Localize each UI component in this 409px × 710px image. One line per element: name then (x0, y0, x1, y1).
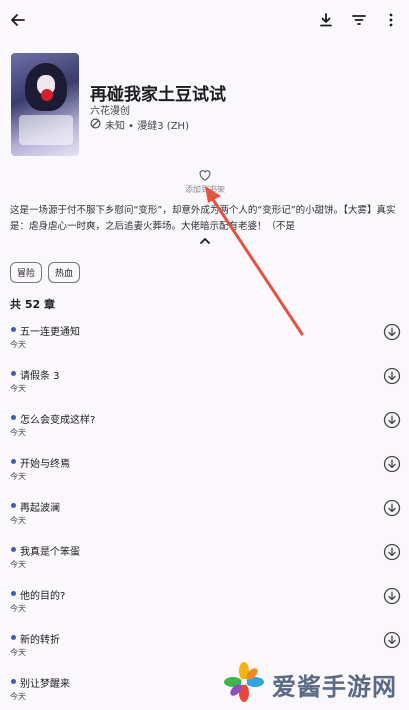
chapter-row[interactable]: 开始与终焉 今天 (0, 452, 409, 496)
chapter-row[interactable]: 他的目的? 今天 (0, 584, 409, 628)
chapter-name: 五一连更通知 (20, 327, 80, 338)
download-circle-icon[interactable] (383, 631, 401, 649)
chapter-row[interactable]: 我真是个笨蛋 今天 (0, 540, 409, 584)
add-to-library-label: 添加到书架 (185, 185, 225, 194)
download-circle-icon[interactable] (383, 455, 401, 473)
unread-dot (11, 371, 16, 376)
chapter-name: 再起波澜 (20, 503, 60, 514)
chapter-date: 今天 (10, 516, 26, 525)
chapter-row[interactable]: 怎么会变成这样? 今天 (0, 408, 409, 452)
genre-tag[interactable]: 冒险 (10, 262, 43, 283)
chapter-row[interactable]: 请假条 3 今天 (0, 364, 409, 408)
manga-status-row: 未知 • 漫缝3 (ZH) (90, 117, 189, 132)
download-icon[interactable] (316, 10, 336, 30)
download-circle-icon[interactable] (383, 411, 401, 429)
manga-author[interactable]: 六花漫创 (90, 102, 130, 117)
download-circle-icon[interactable] (383, 367, 401, 385)
chapter-date: 今天 (10, 384, 26, 393)
download-circle-icon[interactable] (383, 543, 401, 561)
status-source-text: 未知 • 漫缝3 (ZH) (105, 121, 189, 132)
chapter-name: 怎么会变成这样? (20, 415, 96, 426)
chapter-name: 请假条 3 (20, 371, 60, 382)
download-circle-icon[interactable] (383, 587, 401, 605)
chapter-row[interactable]: 五一连更通知 今天 (0, 320, 409, 364)
chevron-up-icon[interactable] (197, 233, 213, 249)
watermark-text: 爱酱手游网 (272, 672, 397, 701)
chapter-date: 今天 (10, 692, 26, 701)
more-vert-icon[interactable] (381, 10, 401, 30)
chapter-count: 共 52 章 (10, 298, 55, 311)
chapter-date: 今天 (10, 604, 26, 613)
unread-dot (11, 327, 16, 332)
unread-dot (11, 503, 16, 508)
top-app-bar (0, 0, 409, 40)
chapter-date: 今天 (10, 560, 26, 569)
chapter-date: 今天 (10, 340, 26, 349)
add-to-library-button[interactable]: 添加到书架 (180, 167, 230, 195)
filter-icon[interactable] (349, 10, 369, 30)
chapter-date: 今天 (10, 648, 26, 657)
download-circle-icon[interactable] (383, 323, 401, 341)
watermark: 爱酱手游网 (222, 660, 397, 708)
chapter-date: 今天 (10, 472, 26, 481)
unread-dot (11, 635, 16, 640)
manga-cover-image[interactable] (11, 53, 79, 156)
back-arrow-icon[interactable] (8, 10, 28, 30)
chapter-date: 今天 (10, 428, 26, 437)
chapter-name: 开始与终焉 (20, 459, 70, 470)
chapter-name: 新的转折 (20, 635, 60, 646)
unread-dot (11, 415, 16, 420)
unread-dot (11, 591, 16, 596)
heart-outline-icon (198, 167, 212, 181)
manga-description[interactable]: 这是一场源于付不服下乡慰问“变形”，却意外成为两个人的“变形记”的小甜饼。【大雾… (10, 203, 400, 235)
unread-dot (11, 547, 16, 552)
genre-tags: 冒险 热血 (10, 262, 81, 283)
genre-tag[interactable]: 热血 (48, 262, 81, 283)
pinwheel-logo-icon (222, 660, 266, 708)
unread-dot (11, 679, 16, 684)
unread-dot (11, 459, 16, 464)
chapter-name: 我真是个笨蛋 (20, 547, 80, 558)
download-circle-icon[interactable] (383, 499, 401, 517)
chapter-row[interactable]: 再起波澜 今天 (0, 496, 409, 540)
block-icon (90, 118, 101, 132)
chapter-name: 别让梦醒来 (20, 679, 70, 690)
chapter-name: 他的目的? (20, 591, 66, 602)
